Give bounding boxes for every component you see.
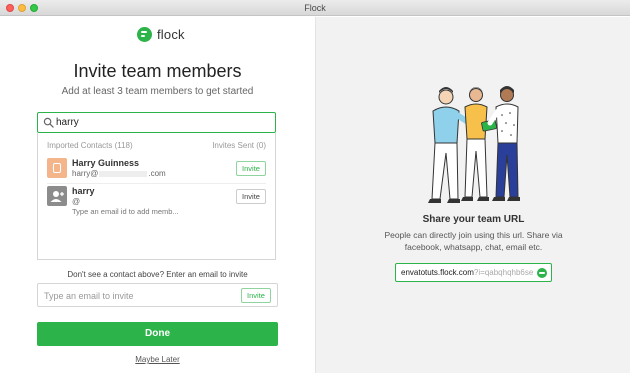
email-invite-box: Invite (37, 283, 278, 307)
contact-name: harry (72, 186, 95, 196)
team-url-domain: envatotuts.flock.com (401, 268, 474, 277)
team-url-field[interactable]: envatotuts.flock.com?i=qabqhqhb6se (395, 263, 552, 282)
team-illustration (428, 86, 520, 203)
search-icon (43, 117, 54, 128)
maximize-window-button[interactable] (30, 4, 38, 12)
email-invite-button[interactable]: Invite (241, 288, 271, 303)
share-panel: Share your team URL People can directly … (315, 17, 630, 373)
contact-email: @ (72, 197, 81, 206)
contact-search-input[interactable] (56, 115, 271, 130)
brand-logo: flock (137, 25, 185, 43)
team-url[interactable]: envatotuts.flock.com?i=qabqhqhb6se (401, 268, 533, 277)
flock-logo-icon (137, 26, 152, 42)
contact-email-hint: Type an email id to add memb... (72, 207, 179, 216)
email-invite-prompt: Don't see a contact above? Enter an emai… (67, 270, 248, 279)
done-button[interactable]: Done (37, 322, 278, 346)
email-invite-input[interactable] (44, 288, 234, 303)
app-window: Flock flock Invite team members Add at l… (0, 0, 630, 373)
contact-row: harry @ Type an email id to add memb... … (47, 186, 266, 216)
copy-link-icon[interactable] (537, 268, 547, 278)
add-person-icon (47, 186, 67, 206)
imported-contacts-count: Imported Contacts (118) (47, 141, 133, 150)
window-title: Flock (304, 3, 326, 13)
contact-name: Harry Guinness (72, 158, 140, 168)
page-title: Invite team members (73, 61, 242, 81)
brand-name: flock (157, 26, 185, 42)
invite-contact-button[interactable]: Invite (236, 189, 266, 204)
contacts-header: Imported Contacts (118) Invites Sent (0) (47, 141, 266, 150)
invite-contact-button[interactable]: Invite (236, 161, 266, 176)
team-url-code: ?i=qabqhqhb6se (473, 268, 534, 277)
minimize-window-button[interactable] (18, 4, 26, 12)
share-url-title: Share your team URL (422, 214, 525, 225)
invite-panel: flock Invite team members Add at least 3… (0, 17, 315, 373)
contact-email: harry@ .com (72, 169, 166, 178)
contact-row: Harry Guinness harry@ .com Invite (47, 158, 266, 184)
invites-sent-count: Invites Sent (0) (212, 141, 266, 150)
maybe-later-link[interactable]: Maybe Later (0, 355, 315, 364)
title-bar: Flock (0, 0, 630, 16)
page-subtitle: Add at least 3 team members to get start… (61, 86, 254, 97)
close-window-button[interactable] (6, 4, 14, 12)
contacts-list: Imported Contacts (118) Invites Sent (0)… (37, 133, 276, 260)
contact-search-box (37, 112, 276, 133)
share-url-description: People can directly join using this url.… (384, 230, 563, 252)
row-divider (47, 183, 266, 184)
contact-avatar-icon (47, 158, 67, 178)
